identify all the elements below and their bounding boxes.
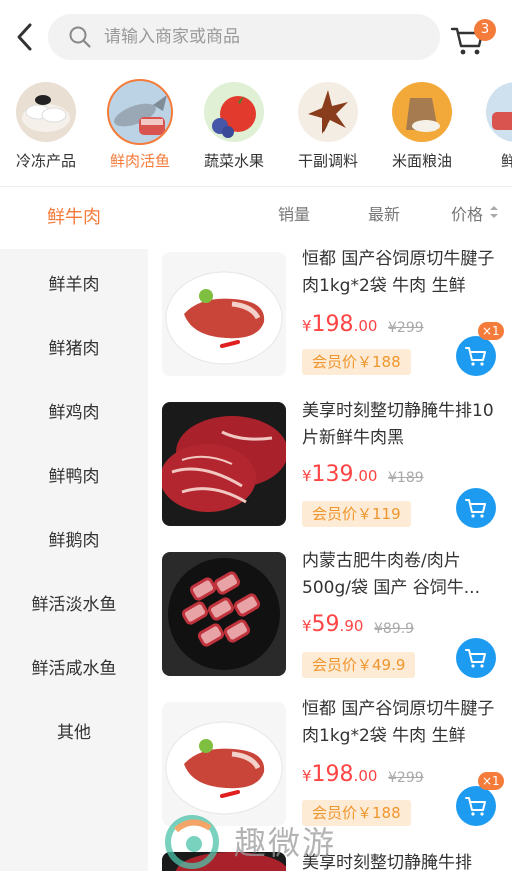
original-price: ¥299 (388, 320, 424, 336)
category-fresh-meat-more[interactable]: 鲜肉 (476, 78, 512, 171)
sidebar-item-lamb[interactable]: 鲜羊肉 (0, 270, 148, 295)
category-dry-seasoning[interactable]: 干副调料 (288, 78, 368, 171)
product-price: ¥139.00 (302, 462, 377, 487)
cart-quantity-badge: ×1 (478, 322, 504, 340)
category-label: 冷冻产品 (15, 152, 76, 170)
sidebar: 鲜羊肉 鲜猪肉 鲜鸡肉 鲜鸭肉 鲜鹅肉 鲜活淡水鱼 鲜活咸水鱼 其他 (0, 249, 148, 871)
cart-icon (465, 347, 486, 366)
sidebar-item-duck[interactable]: 鲜鸭肉 (0, 462, 148, 487)
category-fresh-meat-fish[interactable]: 鲜肉活鱼 (100, 78, 180, 171)
price-decimal: .00 (353, 467, 378, 485)
search-placeholder: 请输入商家或商品 (104, 27, 240, 47)
sort-arrows-icon (490, 206, 498, 218)
sidebar-item-pork[interactable]: 鲜猪肉 (0, 334, 148, 359)
sort-bar: 销量 最新 价格 (148, 187, 512, 237)
cart-count-badge: 3 (474, 19, 496, 41)
product-image (162, 402, 286, 526)
product-image (162, 552, 286, 676)
star-anise-icon (298, 82, 358, 142)
cart-icon (465, 797, 486, 816)
sort-sales[interactable]: 销量 (278, 201, 310, 225)
member-price: 会员价￥49.9 (302, 652, 416, 678)
app-screen: 请输入商家或商品 3 冷冻产品 鲜肉活鱼 蔬菜水果 干副调料 米面粮油 鲜 鲜牛… (0, 0, 512, 871)
original-price: ¥89.9 (374, 621, 415, 637)
price-decimal: .90 (339, 617, 364, 635)
category-rice-flour-oil[interactable]: 米面粮油 (382, 78, 462, 171)
currency-symbol: ¥ (302, 467, 312, 485)
meat-icon (486, 82, 512, 142)
tomato-icon (204, 82, 264, 142)
search-icon (69, 26, 91, 48)
product-name: 美享时刻整切静腌牛排10片新鲜牛肉黑 (302, 401, 494, 448)
add-to-cart-button[interactable] (456, 336, 496, 376)
product-name: 内蒙古肥牛肉卷/肉片500g/袋 国产 谷饲牛... (302, 551, 480, 598)
currency-symbol: ¥ (302, 317, 312, 335)
category-vegetables-fruits[interactable]: 蔬菜水果 (194, 78, 274, 171)
sidebar-item-chicken[interactable]: 鲜鸡肉 (0, 398, 148, 423)
cart-quantity-badge: ×1 (478, 772, 504, 790)
product-price: ¥59.90 (302, 612, 363, 637)
product-image (162, 252, 286, 376)
member-price: 会员价￥119 (302, 501, 411, 527)
cart-icon (465, 649, 486, 668)
price-integer: 59 (311, 612, 340, 637)
dumplings-icon (16, 82, 76, 142)
sort-newest[interactable]: 最新 (368, 201, 400, 225)
category-label: 干副调料 (297, 152, 358, 170)
price-decimal: .00 (353, 767, 378, 785)
fish-icon (107, 79, 173, 145)
product-card[interactable]: 恒都 国产谷饲原切牛腱子肉1kg*2袋 牛肉 生鲜 ¥198.00 ¥299 会… (160, 246, 512, 386)
sort-price[interactable]: 价格 (451, 201, 483, 225)
flour-sack-icon (392, 82, 452, 142)
product-name: 恒都 国产谷饲原切牛腱子肉1kg*2袋 牛肉 生鲜 (302, 699, 495, 746)
add-to-cart-button[interactable] (456, 786, 496, 826)
search-input[interactable]: 请输入商家或商品 (48, 14, 440, 60)
price-integer: 139 (311, 462, 354, 487)
currency-symbol: ¥ (302, 617, 312, 635)
price-integer: 198 (311, 312, 354, 337)
currency-symbol: ¥ (302, 767, 312, 785)
cart-icon (465, 499, 486, 518)
category-frozen[interactable]: 冷冻产品 (6, 78, 86, 171)
back-button[interactable] (10, 20, 40, 54)
category-label: 鲜肉 (500, 152, 512, 170)
category-label: 鲜肉活鱼 (109, 152, 170, 170)
price-decimal: .00 (353, 317, 378, 335)
product-price: ¥198.00 (302, 312, 377, 337)
watermark-text: 趣微游 (234, 824, 337, 862)
product-card[interactable]: 美享时刻整切静腌牛排10片新鲜牛肉黑 ¥139.00 ¥189 会员价￥119 (160, 398, 512, 538)
category-label: 蔬菜水果 (203, 152, 264, 170)
top-bar: 请输入商家或商品 3 (0, 0, 512, 74)
sidebar-item-goose[interactable]: 鲜鹅肉 (0, 526, 148, 551)
original-price: ¥299 (388, 770, 424, 786)
member-price: 会员价￥188 (302, 349, 411, 375)
sidebar-item-beef[interactable]: 鲜牛肉 (0, 187, 148, 249)
category-label: 米面粮油 (391, 152, 452, 170)
add-to-cart-button[interactable] (456, 638, 496, 678)
original-price: ¥189 (388, 470, 424, 486)
product-card[interactable]: 内蒙古肥牛肉卷/肉片500g/袋 国产 谷饲牛... ¥59.90 ¥89.9 … (160, 548, 512, 688)
sidebar-item-other[interactable]: 其他 (0, 718, 148, 743)
product-name: 恒都 国产谷饲原切牛腱子肉1kg*2袋 牛肉 生鲜 (302, 249, 495, 296)
price-integer: 198 (311, 762, 354, 787)
add-to-cart-button[interactable] (456, 488, 496, 528)
category-strip: 冷冻产品 鲜肉活鱼 蔬菜水果 干副调料 米面粮油 鲜 (0, 78, 512, 178)
product-price: ¥198.00 (302, 762, 377, 787)
sidebar-item-saltwater-fish[interactable]: 鲜活咸水鱼 (0, 654, 148, 679)
product-image (162, 702, 286, 826)
sidebar-item-freshwater-fish[interactable]: 鲜活淡水鱼 (0, 590, 148, 615)
chevron-left-icon (17, 23, 32, 51)
